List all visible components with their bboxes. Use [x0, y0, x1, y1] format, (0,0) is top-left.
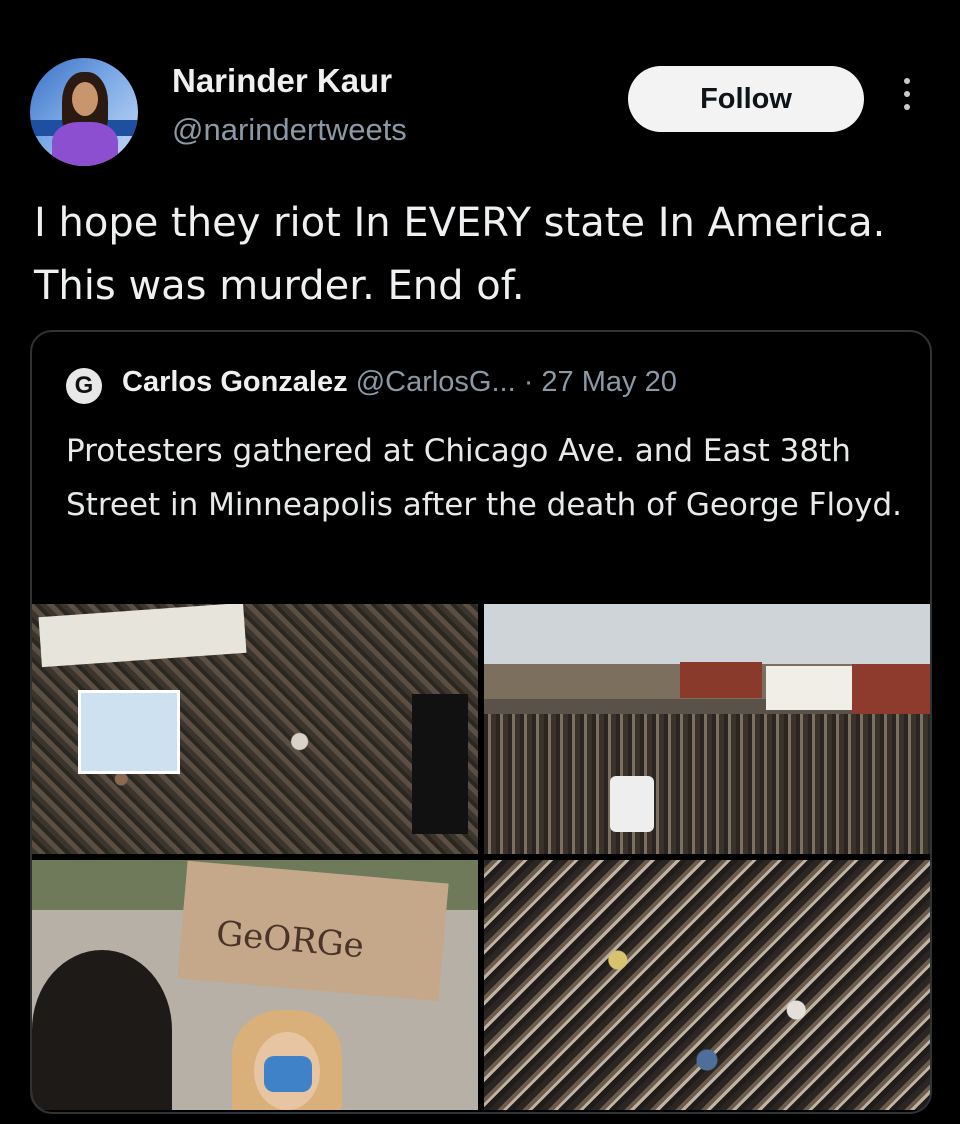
media-grid: GeORGe — [32, 604, 930, 1112]
quoted-author-handle[interactable]: @CarlosG... — [356, 366, 516, 398]
protest-photo-1[interactable] — [32, 604, 478, 854]
author-avatar[interactable] — [30, 58, 138, 166]
crowd — [484, 714, 930, 854]
quoted-tweet-text: Protesters gathered at Chicago Ave. and … — [66, 433, 902, 523]
protest-photo-2[interactable] — [484, 604, 930, 854]
quoted-tweet-card[interactable]: G Carlos Gonzalez @CarlosG... · 27 May 2… — [30, 330, 932, 1114]
author-handle[interactable]: @narindertweets — [172, 112, 407, 148]
quoted-tweet-header: Carlos Gonzalez @CarlosG... · 27 May 20 — [122, 366, 677, 399]
building — [680, 662, 762, 698]
car — [610, 776, 654, 832]
follow-button[interactable]: Follow — [628, 66, 864, 132]
face-mask — [264, 1056, 312, 1092]
protest-banner — [38, 604, 247, 668]
avatar-shirt — [52, 122, 118, 166]
quoted-tweet-date[interactable]: · 27 May 20 — [524, 366, 677, 398]
protest-photo-4[interactable] — [484, 860, 930, 1110]
quoted-author-name[interactable]: Carlos Gonzalez — [122, 366, 348, 398]
protest-photo-3[interactable]: GeORGe — [32, 860, 478, 1110]
building — [766, 666, 852, 710]
author-name[interactable]: Narinder Kaur — [172, 62, 392, 100]
bus-shelter — [78, 690, 180, 774]
building — [852, 664, 930, 720]
traffic-signal — [412, 694, 468, 834]
protester — [32, 950, 172, 1110]
tweet-text: I hope they riot In EVERY state In Ameri… — [34, 200, 886, 309]
quoted-author-avatar[interactable]: G — [66, 368, 102, 404]
avatar-face — [72, 82, 98, 116]
more-options-icon[interactable] — [896, 78, 918, 124]
